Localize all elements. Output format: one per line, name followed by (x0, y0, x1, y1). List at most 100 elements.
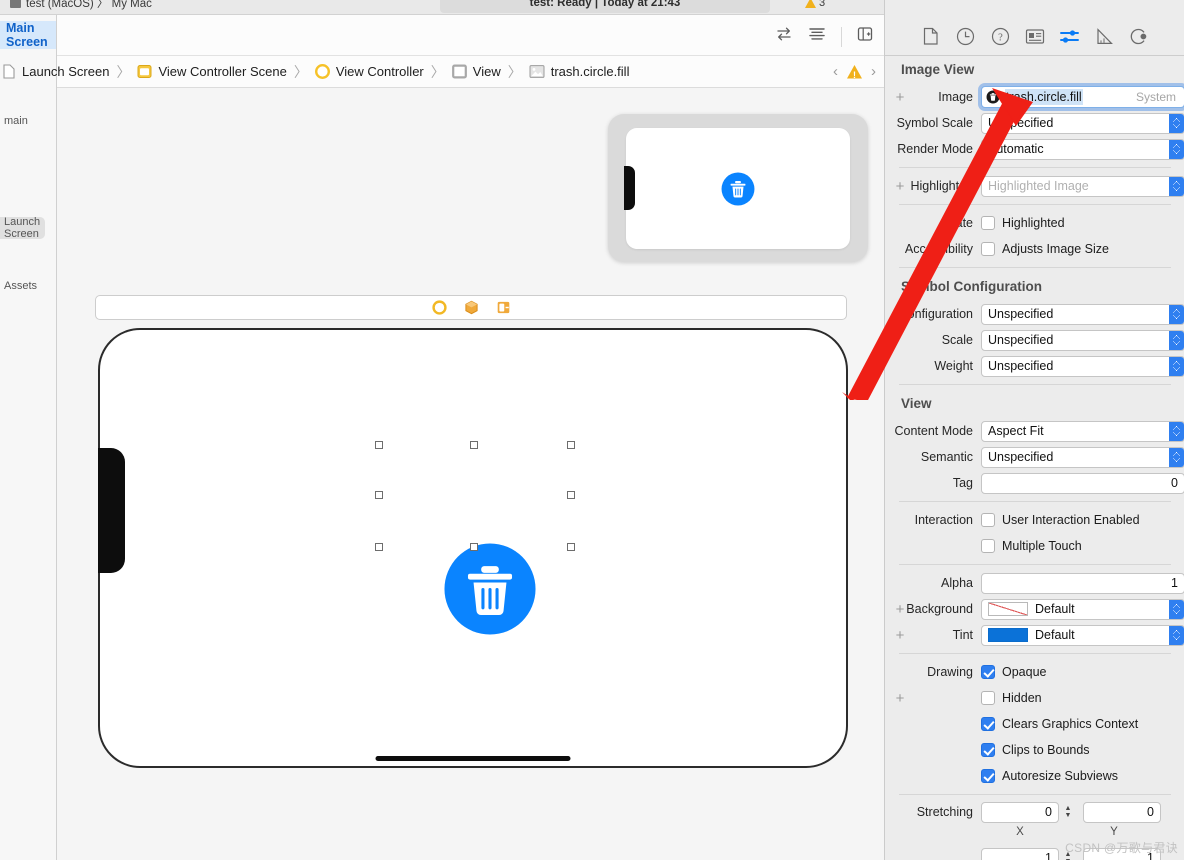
breadcrumb-prev-button[interactable]: ‹ (833, 63, 838, 80)
resize-handle-bottom-left[interactable] (375, 543, 383, 551)
identity-inspector-tab[interactable] (1024, 26, 1046, 48)
inspector-tab-bar[interactable]: ? (885, 18, 1184, 56)
resize-handle-top-right[interactable] (567, 441, 575, 449)
semantic-select[interactable]: Unspecified (981, 446, 1184, 468)
resize-handle-middle-right[interactable] (567, 491, 575, 499)
highlighted-checkbox[interactable] (981, 216, 995, 230)
adjusts-image-size-checkbox[interactable] (981, 242, 995, 256)
render-mode-select[interactable]: Automatic (981, 138, 1184, 160)
autoresize-subviews-checkbox-row[interactable]: Autoresize Subviews (981, 765, 1118, 787)
stretching-y-input[interactable]: 0 (1083, 801, 1161, 823)
resize-handle-middle-left[interactable] (375, 491, 383, 499)
editor-options-icon[interactable] (807, 25, 827, 48)
content-mode-row: Content Mode Aspect Fit (885, 418, 1184, 444)
swap-editors-icon[interactable] (775, 25, 793, 48)
add-background-variation-button[interactable]: + (894, 602, 906, 617)
add-editor-icon[interactable] (856, 25, 874, 48)
weight-select[interactable]: Unspecified (981, 355, 1184, 377)
project-navigator[interactable]: Main Screen main Launch Screen Assets (0, 15, 57, 860)
render-mode-label: Render Mode (897, 142, 973, 156)
history-inspector-tab[interactable] (955, 26, 977, 48)
multiple-touch-checkbox[interactable] (981, 539, 995, 553)
configuration-select[interactable]: Unspecified (981, 303, 1184, 325)
multiple-touch-label: Multiple Touch (1002, 539, 1082, 553)
stretching-label: Stretching (916, 805, 973, 819)
stretching-x-input[interactable]: 0 (981, 801, 1059, 823)
stretching-x-stepper[interactable]: ▲ ▼ (1061, 802, 1075, 822)
breadcrumb-item-launch-screen[interactable]: Launch Screen (2, 64, 109, 79)
attributes-inspector-tab[interactable] (1059, 26, 1081, 48)
navigator-row-1[interactable]: Launch Screen (0, 216, 45, 240)
user-interaction-enabled-checkbox[interactable] (981, 513, 995, 527)
user-interaction-enabled-row[interactable]: User Interaction Enabled (981, 509, 1140, 531)
tag-input[interactable]: 0 (981, 472, 1184, 494)
scene-dock[interactable] (95, 295, 847, 320)
image-source-label: System (1135, 90, 1176, 104)
highlighted-image-input[interactable]: Highlighted Image (981, 175, 1184, 197)
navigator-tab-main-screen[interactable]: Main Screen (0, 21, 56, 49)
autoresize-subviews-checkbox[interactable] (981, 769, 995, 783)
alpha-input[interactable]: 1 (981, 572, 1184, 594)
first-responder-icon[interactable] (464, 300, 479, 315)
resize-handle-top-center[interactable] (470, 441, 478, 449)
navigator-row-2[interactable]: Assets (0, 275, 45, 297)
multiple-touch-checkbox-row[interactable]: Multiple Touch (981, 535, 1082, 557)
file-inspector-tab[interactable] (920, 26, 942, 48)
opaque-checkbox[interactable] (981, 665, 995, 679)
resize-handle-bottom-right[interactable] (567, 543, 575, 551)
quick-help-inspector-tab[interactable]: ? (989, 26, 1011, 48)
view-controller-icon[interactable] (431, 300, 447, 315)
attributes-inspector[interactable]: ? Image View + Image trash.circle.fill S… (884, 0, 1184, 860)
adjusts-image-size-label: Adjusts Image Size (1002, 242, 1109, 256)
resize-handle-top-left[interactable] (375, 441, 383, 449)
breadcrumb-next-button[interactable]: › (871, 63, 876, 80)
opaque-checkbox-row[interactable]: Opaque (981, 661, 1046, 683)
breadcrumb-item-image-view[interactable]: trash.circle.fill (529, 64, 629, 79)
add-image-variation-button[interactable]: + (894, 90, 906, 105)
selected-image-view-trash-circle-fill[interactable] (443, 542, 537, 636)
background-color-swatch (988, 602, 1028, 616)
adjusts-image-size-checkbox-row[interactable]: Adjusts Image Size (981, 238, 1109, 260)
content-mode-select[interactable]: Aspect Fit (981, 420, 1184, 442)
scheme-selector[interactable]: test (MacOS) 〉 My Mac (10, 0, 152, 11)
tint-color-select[interactable]: Default (981, 624, 1184, 646)
tint-value: Default (1035, 628, 1075, 642)
clips-to-bounds-checkbox-row[interactable]: Clips to Bounds (981, 739, 1090, 761)
breadcrumb-item-view[interactable]: View (451, 64, 501, 79)
image-input[interactable]: trash.circle.fill System (981, 86, 1184, 108)
warning-indicator[interactable]: 3 (805, 0, 825, 9)
symbol-scale-select[interactable]: Unspecified (981, 112, 1184, 134)
scale-select[interactable]: Unspecified (981, 329, 1184, 351)
clips-to-bounds-checkbox[interactable] (981, 743, 995, 757)
state-highlighted-checkbox-row[interactable]: Highlighted (981, 212, 1065, 234)
add-tint-variation-button[interactable]: + (894, 628, 906, 643)
stretching-x-value: 0 (1045, 805, 1052, 819)
tint-row: + Tint Default (885, 622, 1184, 648)
exit-icon[interactable] (496, 300, 511, 315)
size-inspector-tab[interactable] (1094, 26, 1116, 48)
hidden-checkbox-row[interactable]: Hidden (981, 687, 1042, 709)
inspector-section-symbol-configuration: Symbol Configuration (901, 279, 1042, 294)
interface-builder-canvas[interactable] (57, 88, 884, 860)
accessibility-label: Accessibility (904, 242, 973, 256)
state-row: State Highlighted (885, 210, 1184, 236)
add-drawing-variation-button[interactable]: + (894, 691, 906, 706)
background-color-select[interactable]: Default (981, 598, 1184, 620)
navigator-row-label: Launch Screen (4, 216, 41, 240)
clears-graphics-context-checkbox[interactable] (981, 717, 995, 731)
viewcontroller-icon (314, 64, 330, 79)
hidden-checkbox[interactable] (981, 691, 995, 705)
connections-inspector-tab[interactable] (1128, 26, 1150, 48)
stretching-width-input[interactable]: 1 (981, 847, 1059, 860)
navigator-row-0[interactable]: main (0, 110, 45, 132)
breadcrumb-item-view-controller[interactable]: View Controller (314, 64, 424, 79)
add-highlighted-variation-button[interactable]: + (894, 179, 906, 194)
stretching-y-sublabel: Y (1110, 826, 1118, 838)
editor-toolbar (57, 15, 884, 56)
resize-handle-bottom-center[interactable] (470, 543, 478, 551)
breadcrumb-item-view-controller-scene[interactable]: View Controller Scene (137, 64, 287, 79)
warning-triangle-icon[interactable] (847, 65, 862, 79)
semantic-label: Semantic (920, 450, 973, 464)
device-preview[interactable] (608, 114, 868, 262)
clears-graphics-context-checkbox-row[interactable]: Clears Graphics Context (981, 713, 1138, 735)
